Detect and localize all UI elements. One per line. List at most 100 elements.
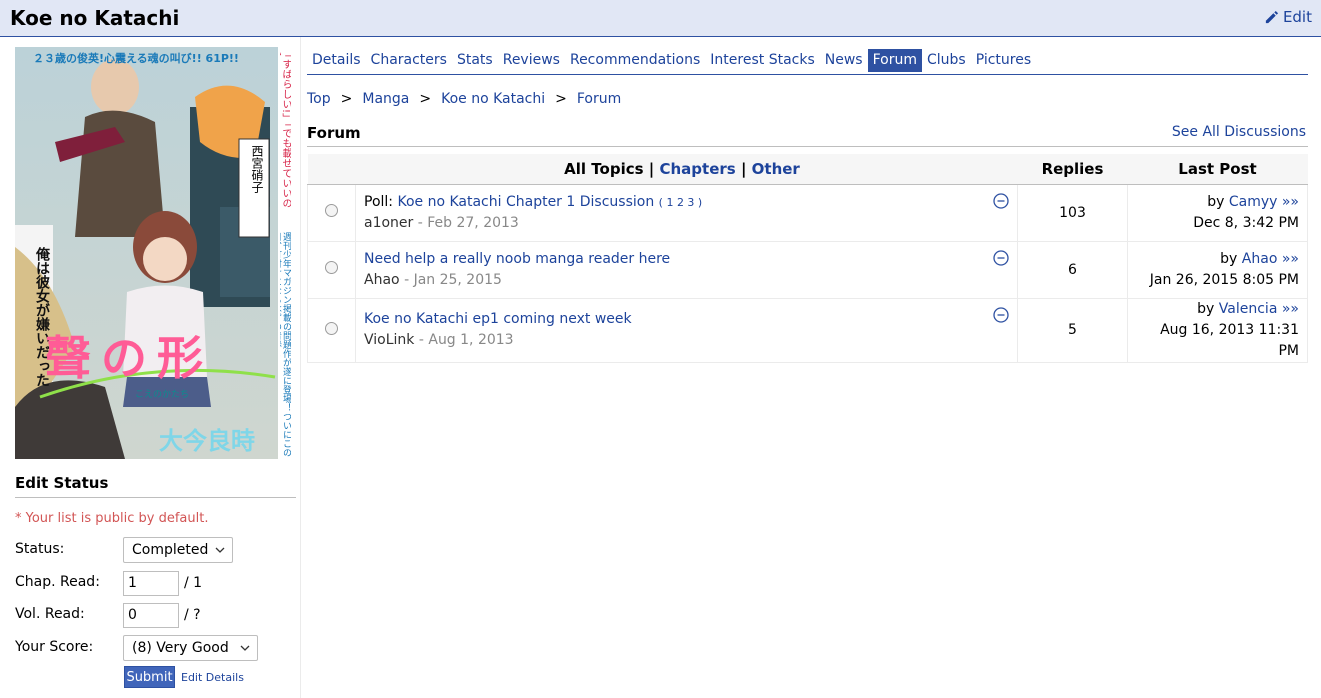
header-separator: | xyxy=(740,159,747,178)
last-post-cell: by Ahao »» Jan 26, 2015 8:05 PM xyxy=(1127,240,1308,299)
collapse-icon[interactable] xyxy=(993,192,1009,209)
title-bar: Koe no Katachi Edit xyxy=(0,0,1321,37)
tab-characters[interactable]: Characters xyxy=(366,49,452,72)
forum-title: Forum xyxy=(307,124,361,142)
public-note-text: * Your list is public by default. xyxy=(15,511,209,526)
manga-nav-tabs: Details Characters Stats Reviews Recomme… xyxy=(307,49,1308,75)
row-select-cell xyxy=(307,183,356,242)
row-select-cell xyxy=(307,297,356,363)
table-row: Koe no Katachi ep1 coming next week VioL… xyxy=(307,297,1308,363)
breadcrumb-title[interactable]: Koe no Katachi xyxy=(441,91,545,107)
status-select[interactable]: Completed xyxy=(123,537,233,563)
topic-date: - Feb 27, 2013 xyxy=(417,214,519,231)
vol-total: / ? xyxy=(184,607,201,623)
last-post-cell: by Camyy »» Dec 8, 3:42 PM xyxy=(1127,183,1308,242)
other-filter-link[interactable]: Other xyxy=(752,160,800,178)
status-select-value: Completed xyxy=(132,542,209,558)
topic-link[interactable]: Koe no Katachi ep1 coming next week xyxy=(364,311,632,327)
last-post-by: by xyxy=(1220,250,1238,267)
edit-label[interactable]: Edit xyxy=(1283,8,1312,26)
tab-clubs[interactable]: Clubs xyxy=(922,49,971,72)
tab-pictures[interactable]: Pictures xyxy=(971,49,1036,72)
edit-link[interactable]: Edit xyxy=(1264,8,1312,26)
row-select-cell xyxy=(307,240,356,299)
breadcrumb: Top > Manga > Koe no Katachi > Forum xyxy=(307,91,621,107)
status-label: Status: xyxy=(15,541,65,557)
column-divider xyxy=(300,37,301,698)
cover-side-text: 週刊少年マガジン掲載の問題作が遂に登場！ついにこの日、釘付けになるはずの青春！ xyxy=(280,232,291,457)
last-post-by: by xyxy=(1207,193,1225,210)
last-post-arrow[interactable]: »» xyxy=(1282,194,1299,210)
collapse-icon[interactable] xyxy=(993,249,1009,266)
topic-radio[interactable] xyxy=(325,204,338,217)
chap-read-label: Chap. Read: xyxy=(15,574,100,590)
chevron-down-icon xyxy=(215,547,225,553)
last-post-header: Last Post xyxy=(1127,154,1308,185)
submit-button[interactable]: Submit xyxy=(124,666,175,688)
table-row: Need help a really noob manga reader her… xyxy=(307,240,1308,299)
topic-pages[interactable]: ( 1 2 3 ) xyxy=(659,196,703,209)
header-separator: | xyxy=(648,159,655,178)
topic-radio[interactable] xyxy=(325,261,338,274)
cover-right-text: 「すばらしい!」「でも載せていいのか!?」 xyxy=(280,49,291,209)
topic-cell: Koe no Katachi ep1 coming next week VioL… xyxy=(355,297,1018,363)
manga-cover-image[interactable]: ２３歳の俊英!心震える魂の叫び!! 61P!! 「すばらしい!」「でも載せていい… xyxy=(15,47,292,459)
poll-prefix: Poll: xyxy=(364,193,394,210)
forum-topics-table: All Topics | Chapters | Other Replies La… xyxy=(307,154,1308,363)
tab-interest-stacks[interactable]: Interest Stacks xyxy=(705,49,819,72)
table-header-row: All Topics | Chapters | Other Replies La… xyxy=(307,154,1308,185)
topic-author[interactable]: Ahao xyxy=(364,272,400,288)
vol-read-label: Vol. Read: xyxy=(15,606,85,622)
topic-cell: Need help a really noob manga reader her… xyxy=(355,240,1018,299)
last-post-user[interactable]: Camyy xyxy=(1229,194,1278,210)
last-post-cell: by Valencia »» Aug 16, 2013 11:31 PM xyxy=(1127,297,1308,363)
score-select[interactable]: (8) Very Good xyxy=(123,635,258,661)
tab-forum[interactable]: Forum xyxy=(867,49,922,72)
topics-header: All Topics | Chapters | Other xyxy=(307,154,1018,185)
topic-cell: Poll: Koe no Katachi Chapter 1 Discussio… xyxy=(355,183,1018,242)
topic-link[interactable]: Koe no Katachi Chapter 1 Discussion xyxy=(397,194,654,210)
topic-radio[interactable] xyxy=(325,321,338,335)
replies-count: 103 xyxy=(1017,183,1128,242)
page-title: Koe no Katachi xyxy=(10,6,180,30)
cover-logo-title: 聲の形 xyxy=(45,331,213,385)
topic-link[interactable]: Need help a really noob manga reader her… xyxy=(364,251,670,267)
last-post-date: Aug 16, 2013 11:31 PM xyxy=(1160,321,1299,359)
breadcrumb-top[interactable]: Top xyxy=(307,91,331,107)
tab-recommendations[interactable]: Recommendations xyxy=(565,49,705,72)
chevron-down-icon xyxy=(240,645,250,651)
chap-read-input[interactable]: 1 xyxy=(123,571,179,596)
last-post-by: by xyxy=(1197,300,1215,317)
replies-count: 5 xyxy=(1017,297,1128,363)
tab-stats[interactable]: Stats xyxy=(452,49,498,72)
forum-header: Forum See All Discussions xyxy=(307,124,1308,147)
last-post-arrow[interactable]: »» xyxy=(1282,251,1299,267)
tab-reviews[interactable]: Reviews xyxy=(498,49,565,72)
all-topics-label[interactable]: All Topics xyxy=(564,160,643,178)
topic-author[interactable]: VioLink xyxy=(364,332,414,348)
last-post-user[interactable]: Valencia xyxy=(1219,301,1278,317)
breadcrumb-separator: > xyxy=(555,91,567,107)
cover-author: 大今良時 xyxy=(159,426,255,455)
tab-news[interactable]: News xyxy=(820,49,868,72)
breadcrumb-separator: > xyxy=(340,91,353,107)
collapse-icon[interactable] xyxy=(993,306,1009,323)
last-post-user[interactable]: Ahao xyxy=(1242,251,1278,267)
topic-date: - Aug 1, 2013 xyxy=(418,332,514,348)
score-select-value: (8) Very Good xyxy=(132,640,229,656)
edit-status-heading: Edit Status xyxy=(15,474,296,498)
tab-details[interactable]: Details xyxy=(307,49,366,72)
vol-read-input[interactable]: 0 xyxy=(123,603,179,628)
last-post-arrow[interactable]: »» xyxy=(1282,301,1299,317)
breadcrumb-manga[interactable]: Manga xyxy=(362,91,409,107)
edit-details-link[interactable]: Edit Details xyxy=(181,671,244,684)
see-all-discussions-link[interactable]: See All Discussions xyxy=(1172,124,1306,140)
replies-header: Replies xyxy=(1017,154,1128,185)
replies-count: 6 xyxy=(1017,240,1128,299)
topic-date: - Jan 25, 2015 xyxy=(404,271,502,288)
topic-author[interactable]: a1oner xyxy=(364,215,413,231)
chapters-filter-link[interactable]: Chapters xyxy=(659,160,735,178)
last-post-date: Jan 26, 2015 8:05 PM xyxy=(1149,271,1299,288)
score-label: Your Score: xyxy=(15,639,94,655)
breadcrumb-forum[interactable]: Forum xyxy=(577,91,621,107)
